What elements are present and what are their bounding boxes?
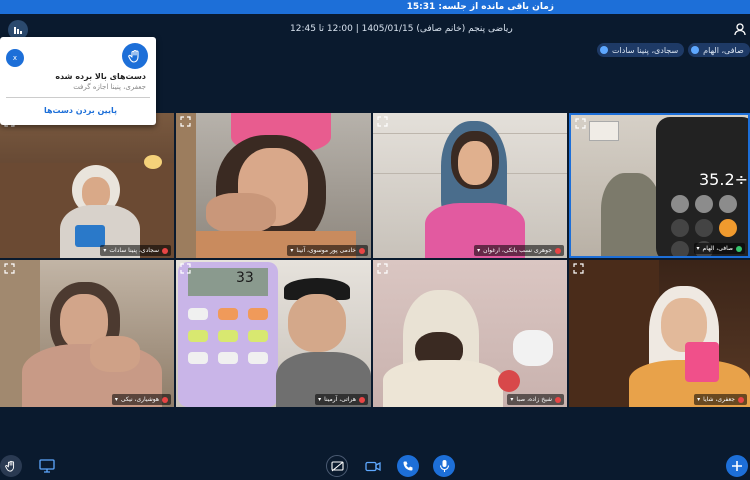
mic-off-icon bbox=[359, 396, 365, 403]
popup-subtitle: جعفری، پنینا اجازه گرفت bbox=[73, 83, 146, 91]
video-feed bbox=[373, 260, 567, 407]
video-feed bbox=[0, 113, 174, 258]
participant-name-label: ▾ جوهری نسب باتکی، ارغوان bbox=[474, 245, 564, 256]
presenter-dot-icon bbox=[691, 46, 700, 54]
presenter-chip[interactable]: سجادی، پنینا سادات bbox=[597, 43, 685, 57]
video-feed bbox=[0, 260, 174, 407]
participant-name-label: ▾ شیخ زاده، صبا bbox=[507, 394, 564, 405]
microphone-icon bbox=[439, 460, 449, 472]
video-tile[interactable]: ▾ شیخ زاده، صبا bbox=[373, 260, 567, 407]
raise-hand-icon bbox=[5, 460, 15, 472]
video-feed bbox=[569, 260, 750, 407]
add-button[interactable] bbox=[726, 455, 748, 477]
expand-icon[interactable] bbox=[180, 263, 191, 274]
plus-icon bbox=[732, 461, 742, 471]
lower-hands-button[interactable]: پایین بردن دست‌ها bbox=[44, 106, 117, 115]
expand-icon[interactable] bbox=[4, 263, 15, 274]
participant-name-label: ▾ جعفری، شایا bbox=[694, 394, 747, 405]
expand-icon[interactable] bbox=[575, 118, 586, 129]
participant-name-label: ▾ هوشیاری، نیکی bbox=[111, 394, 171, 405]
video-tile[interactable]: 33 ▾ هراتی، آرمینا bbox=[176, 260, 371, 407]
video-feed bbox=[373, 113, 567, 258]
mic-off-icon bbox=[555, 396, 561, 403]
video-tile[interactable]: ▾ جعفری، شایا bbox=[569, 260, 750, 407]
share-screen-button[interactable] bbox=[326, 455, 348, 477]
camera-icon bbox=[365, 461, 381, 471]
user-icon[interactable] bbox=[733, 22, 747, 36]
presenter-chip-label: سجادی، پنینا سادات bbox=[612, 45, 679, 55]
expand-icon[interactable] bbox=[573, 263, 584, 274]
video-tile-active[interactable]: 35.2÷1 ▾صافی، الهام bbox=[569, 113, 750, 258]
raise-hand-button[interactable] bbox=[0, 455, 22, 477]
video-tile[interactable]: ▾ خادمی پور موسوی، آتینا bbox=[176, 113, 371, 258]
popup-divider bbox=[6, 97, 150, 98]
participant-name-label: ▾ سجادی، پنینا سادات bbox=[100, 245, 171, 256]
video-tile[interactable]: ▾ سجادی، پنینا سادات bbox=[0, 113, 174, 258]
mic-on-icon bbox=[736, 245, 742, 252]
call-button[interactable] bbox=[397, 455, 419, 477]
popup-title: دست‌های بالا برده شده bbox=[55, 72, 146, 81]
raise-hand-popup: x دست‌های بالا برده شده جعفری، پنینا اجا… bbox=[0, 37, 156, 125]
camera-button[interactable] bbox=[362, 455, 384, 477]
phone-icon bbox=[403, 461, 413, 471]
participant-name-label: ▾ صافی، الهام bbox=[693, 243, 745, 254]
participant-name-label: ▾ هراتی، آرمینا bbox=[315, 394, 368, 405]
mic-off-icon bbox=[555, 247, 561, 254]
monitor-icon bbox=[39, 459, 55, 473]
presenter-chip-label: صافی، الهام bbox=[703, 45, 744, 55]
raised-hand-icon bbox=[122, 43, 148, 69]
session-timer-text: زمان باقی مانده از جلسه: 15:31 bbox=[406, 2, 554, 12]
session-info: ریاضی پنجم (خانم صافی) 1405/01/15 | 12:0… bbox=[290, 24, 513, 34]
microphone-button[interactable] bbox=[433, 455, 455, 477]
close-popup-button[interactable]: x bbox=[6, 49, 24, 67]
video-tile[interactable]: ▾ جوهری نسب باتکی، ارغوان bbox=[373, 113, 567, 258]
mic-off-icon bbox=[162, 247, 168, 254]
calculator-display: 33 bbox=[236, 270, 254, 286]
screen-share-view-button[interactable] bbox=[36, 455, 58, 477]
presenter-dot-icon bbox=[600, 46, 608, 54]
mic-off-icon bbox=[738, 396, 744, 403]
video-feed: 33 bbox=[176, 260, 371, 407]
expand-icon[interactable] bbox=[377, 116, 388, 127]
mic-off-icon bbox=[162, 396, 168, 403]
participant-name-label: ▾ خادمی پور موسوی، آتینا bbox=[287, 245, 368, 256]
presenter-chip[interactable]: صافی، الهام bbox=[688, 43, 750, 57]
expand-icon[interactable] bbox=[377, 263, 388, 274]
video-tile[interactable]: ▾ هوشیاری، نیکی bbox=[0, 260, 174, 407]
mic-off-icon bbox=[359, 247, 365, 254]
presenter-chips: سجادی، پنینا سادات صافی، الهام bbox=[597, 43, 750, 57]
calculator-display: 35.2÷1 bbox=[699, 170, 749, 189]
session-timer-banner: زمان باقی مانده از جلسه: 15:31 bbox=[0, 0, 750, 14]
video-feed bbox=[176, 113, 371, 258]
expand-icon[interactable] bbox=[180, 116, 191, 127]
video-feed: 35.2÷1 bbox=[571, 115, 748, 256]
share-screen-icon bbox=[330, 460, 344, 471]
